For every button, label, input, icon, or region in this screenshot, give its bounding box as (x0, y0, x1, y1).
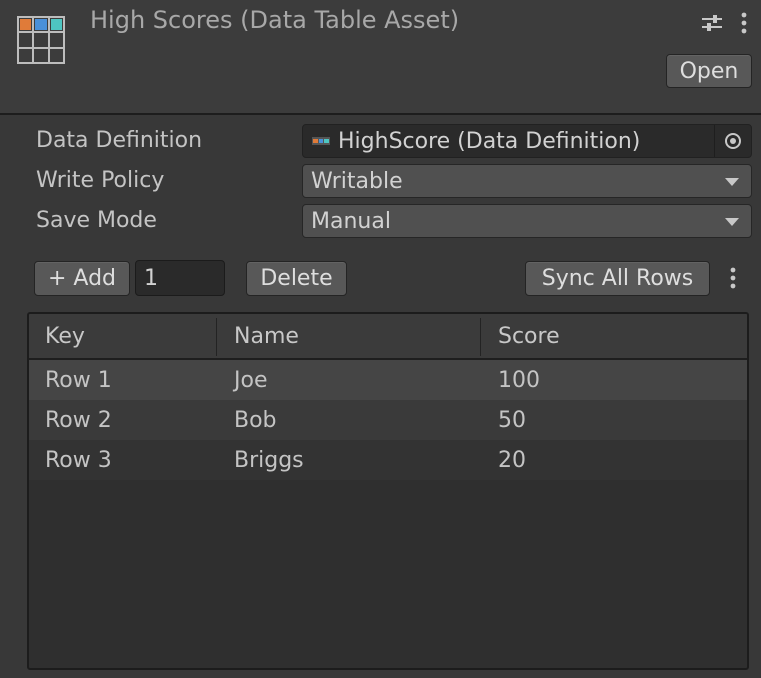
write-policy-label: Write Policy (36, 168, 165, 193)
chevron-down-icon (725, 178, 739, 186)
data-definition-icon (312, 137, 330, 145)
cell-key: Row 3 (45, 447, 112, 473)
data-definition-field[interactable]: HighScore (Data Definition) (302, 124, 752, 158)
save-mode-label: Save Mode (36, 208, 157, 233)
cell-name[interactable]: Joe (234, 360, 267, 400)
cell-score[interactable]: 20 (498, 440, 526, 480)
asset-title: High Scores (Data Table Asset) (90, 6, 460, 34)
inspector-header: High Scores (Data Table Asset) Open (0, 0, 761, 115)
delete-button[interactable]: Delete (246, 261, 347, 296)
data-definition-value: HighScore (Data Definition) (338, 128, 641, 154)
object-picker-button[interactable] (714, 125, 751, 157)
kebab-menu-icon[interactable] (740, 12, 748, 34)
column-resize-handle[interactable] (216, 318, 217, 356)
cell-score[interactable]: 50 (498, 400, 526, 440)
table-row[interactable]: Row 1 Joe 100 (29, 360, 747, 400)
chevron-down-icon (725, 218, 739, 226)
cell-key: Row 2 (45, 407, 112, 433)
cell-score[interactable]: 100 (498, 360, 540, 400)
sync-all-rows-button[interactable]: Sync All Rows (525, 261, 710, 296)
kebab-menu-icon[interactable] (729, 267, 737, 289)
table-row[interactable]: Row 2 Bob 50 (29, 400, 747, 440)
cell-name[interactable]: Briggs (234, 440, 304, 480)
add-row-button[interactable]: + Add (34, 261, 130, 296)
sliders-icon[interactable] (702, 13, 722, 33)
cell-name[interactable]: Bob (234, 400, 277, 440)
table-header: Key Name Score (29, 314, 747, 360)
open-button[interactable]: Open (666, 54, 752, 88)
object-picker-icon (725, 133, 741, 149)
column-header-key[interactable]: Key (45, 314, 85, 358)
add-count-input[interactable]: 1 (135, 260, 225, 296)
table-row[interactable]: Row 3 Briggs 20 (29, 440, 747, 480)
save-mode-dropdown[interactable]: Manual (302, 204, 752, 238)
data-definition-label: Data Definition (36, 128, 203, 153)
data-table: Key Name Score Row 1 Joe 100 Row 2 Bob 5… (27, 312, 749, 670)
column-resize-handle[interactable] (480, 318, 481, 356)
write-policy-dropdown[interactable]: Writable (302, 164, 752, 198)
write-policy-value: Writable (311, 168, 403, 194)
data-table-icon (17, 16, 65, 64)
save-mode-value: Manual (311, 208, 391, 234)
column-header-score[interactable]: Score (498, 314, 560, 358)
cell-key: Row 1 (45, 367, 112, 393)
column-header-name[interactable]: Name (234, 314, 299, 358)
